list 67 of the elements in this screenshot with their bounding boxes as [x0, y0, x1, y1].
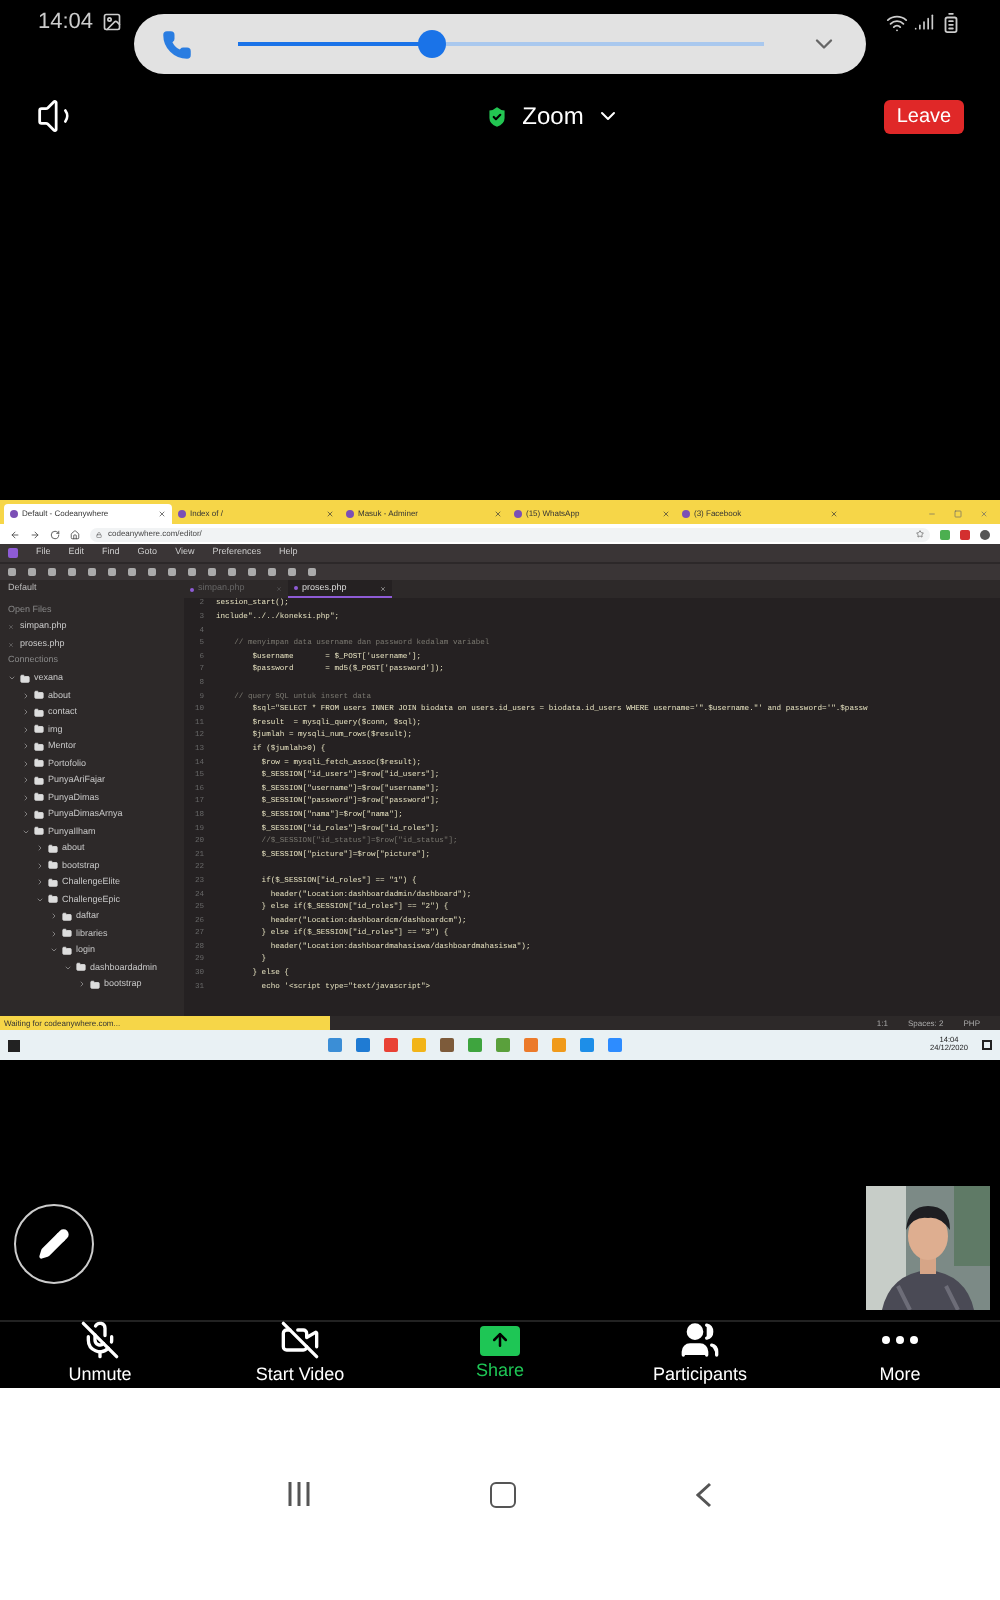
folder-icon: [48, 860, 58, 871]
back-icon[interactable]: [10, 529, 20, 539]
folder-icon: [34, 775, 44, 786]
toolbar-button[interactable]: Share: [400, 1325, 600, 1385]
notification-icon[interactable]: [982, 1040, 993, 1050]
toolbar-icon[interactable]: [268, 568, 276, 576]
participants-icon: [680, 1320, 720, 1361]
shield-check-icon: [484, 103, 511, 129]
toolbar-icon[interactable]: [248, 568, 256, 576]
toolbar-icon[interactable]: [308, 568, 316, 576]
back-icon[interactable]: [696, 1481, 712, 1507]
folder-icon: [34, 758, 44, 769]
clock: 14:04: [38, 7, 94, 38]
image-icon: [101, 12, 122, 32]
muted-microphone-icon: [80, 1320, 120, 1361]
toolbar-icon[interactable]: [68, 568, 76, 576]
folder-icon: [76, 962, 86, 973]
more-icon: [882, 1336, 918, 1345]
folder-icon: [62, 928, 72, 939]
meeting-title[interactable]: Zoom: [522, 98, 584, 134]
toolbar-icon[interactable]: [28, 568, 36, 576]
pencil-icon: [38, 1228, 70, 1260]
toolbar-icon[interactable]: [128, 568, 136, 576]
reload-icon[interactable]: [50, 529, 60, 539]
app-logo-icon: [8, 548, 18, 558]
folder-icon: [34, 792, 44, 803]
leave-button[interactable]: Leave: [884, 99, 964, 133]
home-button[interactable]: [490, 1481, 516, 1507]
toolbar-icon[interactable]: [148, 568, 156, 576]
maximize-icon[interactable]: [954, 510, 962, 518]
battery-icon: [940, 11, 962, 33]
folder-icon: [34, 741, 44, 752]
folder-icon: [20, 673, 30, 684]
home-icon[interactable]: [70, 529, 80, 539]
profile-avatar[interactable]: [980, 529, 990, 539]
toolbar-button[interactable]: Unmute: [0, 1320, 200, 1390]
toolbar-icon[interactable]: [48, 568, 56, 576]
folder-icon: [34, 809, 44, 820]
windows-start-icon[interactable]: [8, 1039, 20, 1051]
toolbar-icon[interactable]: [288, 568, 296, 576]
toolbar-icon[interactable]: [168, 568, 176, 576]
share-icon: [480, 1325, 520, 1356]
toolbar-icon[interactable]: [8, 568, 16, 576]
folder-icon: [34, 826, 44, 837]
forward-icon[interactable]: [30, 529, 40, 539]
folder-icon: [48, 877, 58, 888]
annotate-button[interactable]: [14, 1204, 94, 1284]
folder-icon: [48, 894, 58, 905]
toolbar-icon[interactable]: [188, 568, 196, 576]
recent-apps-icon[interactable]: [288, 1482, 310, 1506]
toolbar-button[interactable]: Participants: [600, 1320, 800, 1390]
folder-icon: [90, 979, 100, 990]
video-off-icon: [280, 1320, 320, 1361]
toolbar-icon[interactable]: [108, 568, 116, 576]
toolbar-icon[interactable]: [228, 568, 236, 576]
signal-icon: [914, 12, 934, 32]
folder-icon: [62, 911, 72, 922]
phone-icon: [162, 29, 192, 59]
folder-icon: [34, 707, 44, 718]
folder-icon: [34, 724, 44, 735]
folder-icon: [62, 945, 72, 956]
folder-icon: [34, 690, 44, 701]
toolbar-button[interactable]: Start Video: [200, 1320, 400, 1390]
toolbar-icon[interactable]: [88, 568, 96, 576]
folder-icon: [48, 843, 58, 854]
wifi-icon: [886, 11, 908, 33]
toolbar-icon[interactable]: [208, 568, 216, 576]
